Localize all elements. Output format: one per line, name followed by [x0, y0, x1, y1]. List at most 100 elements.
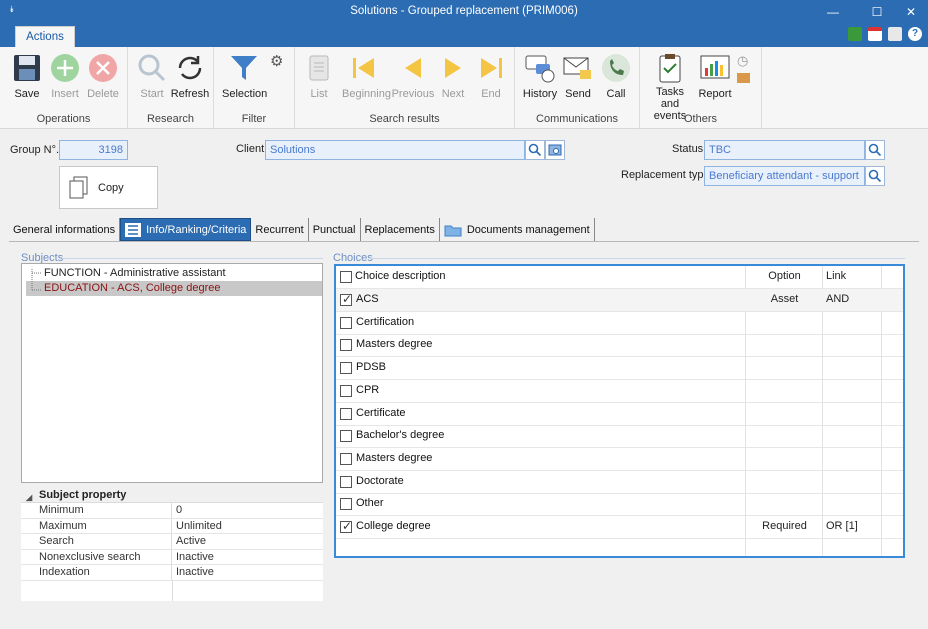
client-label: Client	[236, 143, 265, 155]
choice-checkbox[interactable]	[340, 362, 352, 375]
choice-label: PDSB	[356, 361, 386, 374]
subject-item-education[interactable]: EDUCATION - ACS, College degree	[26, 281, 322, 296]
choice-checkbox[interactable]	[340, 475, 352, 488]
status-search-button[interactable]	[865, 140, 885, 160]
inbox-tray-icon[interactable]	[737, 73, 750, 83]
choice-label: Masters degree	[356, 338, 433, 351]
clock-icon[interactable]: ◷	[737, 53, 748, 69]
client-details-button[interactable]	[545, 140, 565, 160]
choice-option[interactable]: Asset	[746, 293, 823, 305]
status-label: Status	[672, 143, 704, 155]
floppy-icon	[14, 55, 40, 81]
lock-icon[interactable]	[888, 27, 902, 41]
history-chat-icon	[525, 55, 555, 83]
choice-label: Certificate	[356, 406, 406, 419]
scroll-list-icon	[309, 55, 329, 81]
choice-label: Certification	[356, 315, 415, 328]
choice-checkbox[interactable]	[340, 452, 352, 465]
tab-punctual[interactable]: Punctual	[309, 218, 361, 241]
minimize-button[interactable]: —	[818, 2, 848, 22]
delete-button[interactable]: Delete	[81, 52, 125, 100]
choice-row[interactable]: Bachelor's degree	[336, 425, 903, 449]
choice-checkbox[interactable]	[340, 430, 352, 443]
tab-documents-management[interactable]: Documents management	[440, 218, 595, 241]
choice-row[interactable]: PDSB	[336, 357, 903, 381]
choice-checkbox[interactable]	[340, 384, 352, 397]
property-row[interactable]: Maximum Unlimited	[21, 518, 323, 534]
client-search-button[interactable]	[525, 140, 545, 160]
select-all-checkbox[interactable]	[340, 271, 352, 283]
beginning-button[interactable]: Beginning	[342, 52, 391, 100]
choice-checkbox[interactable]	[340, 316, 352, 329]
tasks-and-events-button[interactable]: Tasks and events	[647, 52, 693, 122]
status-field[interactable]: TBC	[704, 140, 865, 160]
choice-row[interactable]: Masters degree	[336, 334, 903, 358]
choices-section-line	[370, 258, 905, 259]
choice-row[interactable]: Certificate	[336, 403, 903, 426]
plus-icon	[51, 54, 79, 82]
calendar-icon[interactable]	[868, 27, 882, 41]
replacement-type-label: Replacement type	[621, 169, 710, 181]
replacement-type-search-button[interactable]	[865, 166, 885, 186]
choice-row[interactable]: ACS AssetAND	[336, 289, 903, 312]
selection-button[interactable]: Selection	[222, 52, 267, 100]
subjects-section-line	[62, 258, 323, 259]
property-row[interactable]: Search Active	[21, 534, 323, 550]
choice-label: College degree	[356, 520, 431, 532]
choice-link[interactable]: OR [1]	[826, 520, 858, 532]
choice-row[interactable]: Masters degree	[336, 448, 903, 471]
choice-row[interactable]: Other	[336, 493, 903, 517]
property-row[interactable]: Minimum 0	[21, 503, 323, 519]
choice-checkbox[interactable]	[340, 339, 352, 352]
choice-checkbox[interactable]	[340, 498, 352, 511]
previous-button[interactable]: Previous	[391, 52, 435, 100]
choice-checkbox[interactable]	[340, 407, 352, 420]
tab-general-informations[interactable]: General informations	[9, 218, 121, 241]
collapse-icon[interactable]: ◢	[26, 490, 32, 505]
search-icon	[868, 143, 882, 157]
filter-settings-gear-icon[interactable]: ⚙	[270, 52, 283, 70]
choice-link[interactable]: AND	[826, 293, 849, 305]
client-field[interactable]: Solutions	[265, 140, 525, 160]
end-button[interactable]: End	[469, 52, 513, 100]
ribbon: Save Insert Delete Operations Start Refr…	[0, 47, 928, 129]
replacement-type-field[interactable]: Beneficiary attendant - support	[704, 166, 865, 186]
column-header-description: Choice description	[355, 270, 446, 282]
choice-row[interactable]: CPR	[336, 380, 903, 403]
choice-option[interactable]: Required	[746, 520, 823, 532]
phone-icon	[602, 54, 630, 82]
clipboard-icon	[659, 54, 681, 83]
group-label-operations: Operations	[36, 113, 91, 125]
choice-row[interactable]: College degree RequiredOR [1]	[336, 516, 903, 539]
copy-button[interactable]: Copy	[59, 166, 158, 209]
tab-actions[interactable]: Actions	[15, 26, 75, 47]
subject-item-function[interactable]: FUNCTION - Administrative assistant	[26, 266, 226, 281]
maximize-button[interactable]: ☐	[862, 2, 892, 22]
close-button[interactable]: ✕	[896, 2, 926, 22]
group-label-research: Research	[146, 113, 195, 125]
group-label-search-results: Search results	[369, 113, 440, 125]
call-button[interactable]: Call	[594, 52, 638, 100]
envelope-icon	[563, 57, 591, 79]
choice-checkbox[interactable]	[340, 292, 352, 306]
tab-recurrent[interactable]: Recurrent	[251, 218, 309, 241]
tab-replacements[interactable]: Replacements	[361, 218, 440, 241]
column-header-option: Option	[768, 270, 801, 282]
report-button[interactable]: Report	[693, 52, 737, 100]
last-record-icon	[481, 58, 502, 78]
first-record-icon	[353, 58, 374, 78]
title-bar: ⯯ Solutions - Grouped replacement (PRIM0…	[0, 0, 928, 24]
refresh-button[interactable]: Refresh	[168, 52, 212, 100]
group-number-field[interactable]: 3198	[59, 140, 128, 160]
help-icon[interactable]: ?	[908, 27, 922, 41]
property-row[interactable]: Indexation Inactive	[21, 565, 323, 581]
tab-info-ranking-criteria[interactable]: Info/Ranking/Criteria	[120, 218, 252, 241]
calculator-icon[interactable]	[848, 27, 862, 41]
group-others: Tasks and events Report ◷ Others	[640, 47, 762, 129]
property-row[interactable]: Nonexclusive search Inactive	[21, 549, 323, 565]
list-button[interactable]: List	[297, 52, 341, 100]
funnel-icon	[231, 56, 257, 80]
choice-checkbox[interactable]	[340, 519, 352, 533]
choice-row[interactable]: Certification	[336, 312, 903, 335]
choice-row[interactable]: Doctorate	[336, 471, 903, 494]
